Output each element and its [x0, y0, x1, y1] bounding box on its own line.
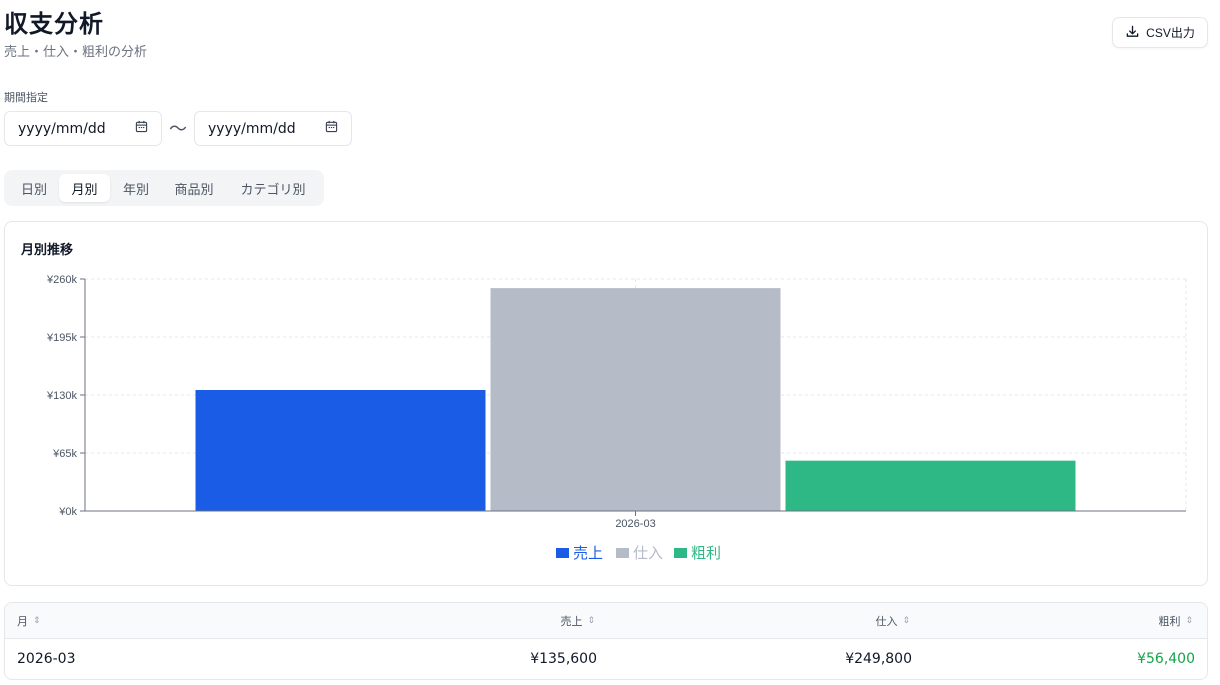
cell-profit: ¥56,400	[1137, 651, 1195, 667]
column-label: 粗利	[1158, 615, 1181, 628]
column-label: 月	[17, 615, 28, 628]
y-tick-label: ¥0k	[58, 506, 77, 518]
bar-2	[490, 288, 781, 511]
csv-export-label: CSV出力	[1146, 26, 1195, 40]
page-title: 収支分析	[4, 10, 104, 38]
period-label: 期間指定	[4, 91, 48, 104]
chart-card: 月別推移 2026-03 ¥0k ¥65k ¥130k ¥195k ¥260k 売上 仕入 粗利	[4, 221, 1208, 586]
cell-purchases: ¥249,800	[845, 651, 912, 667]
legend-label: 売上	[573, 545, 603, 562]
tab-by-category[interactable]: カテゴリ別	[226, 174, 320, 202]
legend-label: 粗利	[691, 545, 721, 562]
page-subtitle: 売上・仕入・粗利の分析	[4, 45, 148, 60]
table-header: 月 ⇕ 売上 ⇕ 仕入 ⇕ 粗利 ⇕	[5, 603, 1207, 639]
bar-3	[785, 460, 1076, 511]
calendar-icon[interactable]	[135, 120, 148, 137]
csv-export-button[interactable]: CSV出力	[1112, 17, 1208, 48]
column-header-profit[interactable]: 粗利 ⇕	[1158, 613, 1193, 629]
date-from-input[interactable]: yyyy/mm/dd	[4, 111, 162, 146]
sort-icon: ⇕	[587, 616, 595, 626]
column-header-month[interactable]: 月 ⇕	[17, 613, 41, 629]
column-label: 売上	[560, 615, 583, 628]
legend-swatch	[556, 548, 569, 558]
summary-table: 月 ⇕ 売上 ⇕ 仕入 ⇕ 粗利 ⇕ 2026-03 ¥135,600 ¥249,800…	[4, 602, 1208, 680]
sort-icon: ⇕	[1185, 616, 1193, 626]
date-range-separator: 〜	[169, 119, 187, 140]
date-to-placeholder: yyyy/mm/dd	[208, 120, 296, 137]
column-header-purchases[interactable]: 仕入 ⇕	[875, 613, 910, 629]
x-tick-label: 2026-03	[615, 518, 655, 530]
bar-1	[195, 390, 486, 511]
monthly-trend-chart: 2026-03 ¥0k ¥65k ¥130k ¥195k ¥260k 売上 仕入 粗利	[46, 274, 1187, 562]
download-icon	[1125, 24, 1140, 42]
sort-icon: ⇕	[33, 616, 41, 626]
cell-month: 2026-03	[17, 651, 76, 667]
column-label: 仕入	[875, 615, 898, 628]
sort-icon: ⇕	[902, 616, 910, 626]
y-tick-label: ¥195k	[46, 332, 77, 344]
calendar-icon[interactable]	[325, 120, 338, 137]
tab-yearly[interactable]: 年別	[110, 174, 162, 202]
cell-sales: ¥135,600	[530, 651, 597, 667]
legend-swatch	[616, 548, 629, 558]
view-tabs: 日別 月別 年別 商品別 カテゴリ別	[4, 170, 324, 206]
y-tick-label: ¥260k	[46, 274, 77, 286]
tab-by-product[interactable]: 商品別	[162, 174, 226, 202]
y-tick-label: ¥130k	[46, 390, 77, 402]
date-from-placeholder: yyyy/mm/dd	[18, 120, 106, 137]
date-to-input[interactable]: yyyy/mm/dd	[194, 111, 352, 146]
tab-daily[interactable]: 日別	[9, 174, 59, 202]
y-tick-label: ¥65k	[52, 448, 77, 460]
tab-monthly[interactable]: 月別	[59, 174, 110, 202]
column-header-sales[interactable]: 売上 ⇕	[560, 613, 595, 629]
legend-label: 仕入	[633, 545, 663, 562]
legend-swatch	[674, 548, 687, 558]
